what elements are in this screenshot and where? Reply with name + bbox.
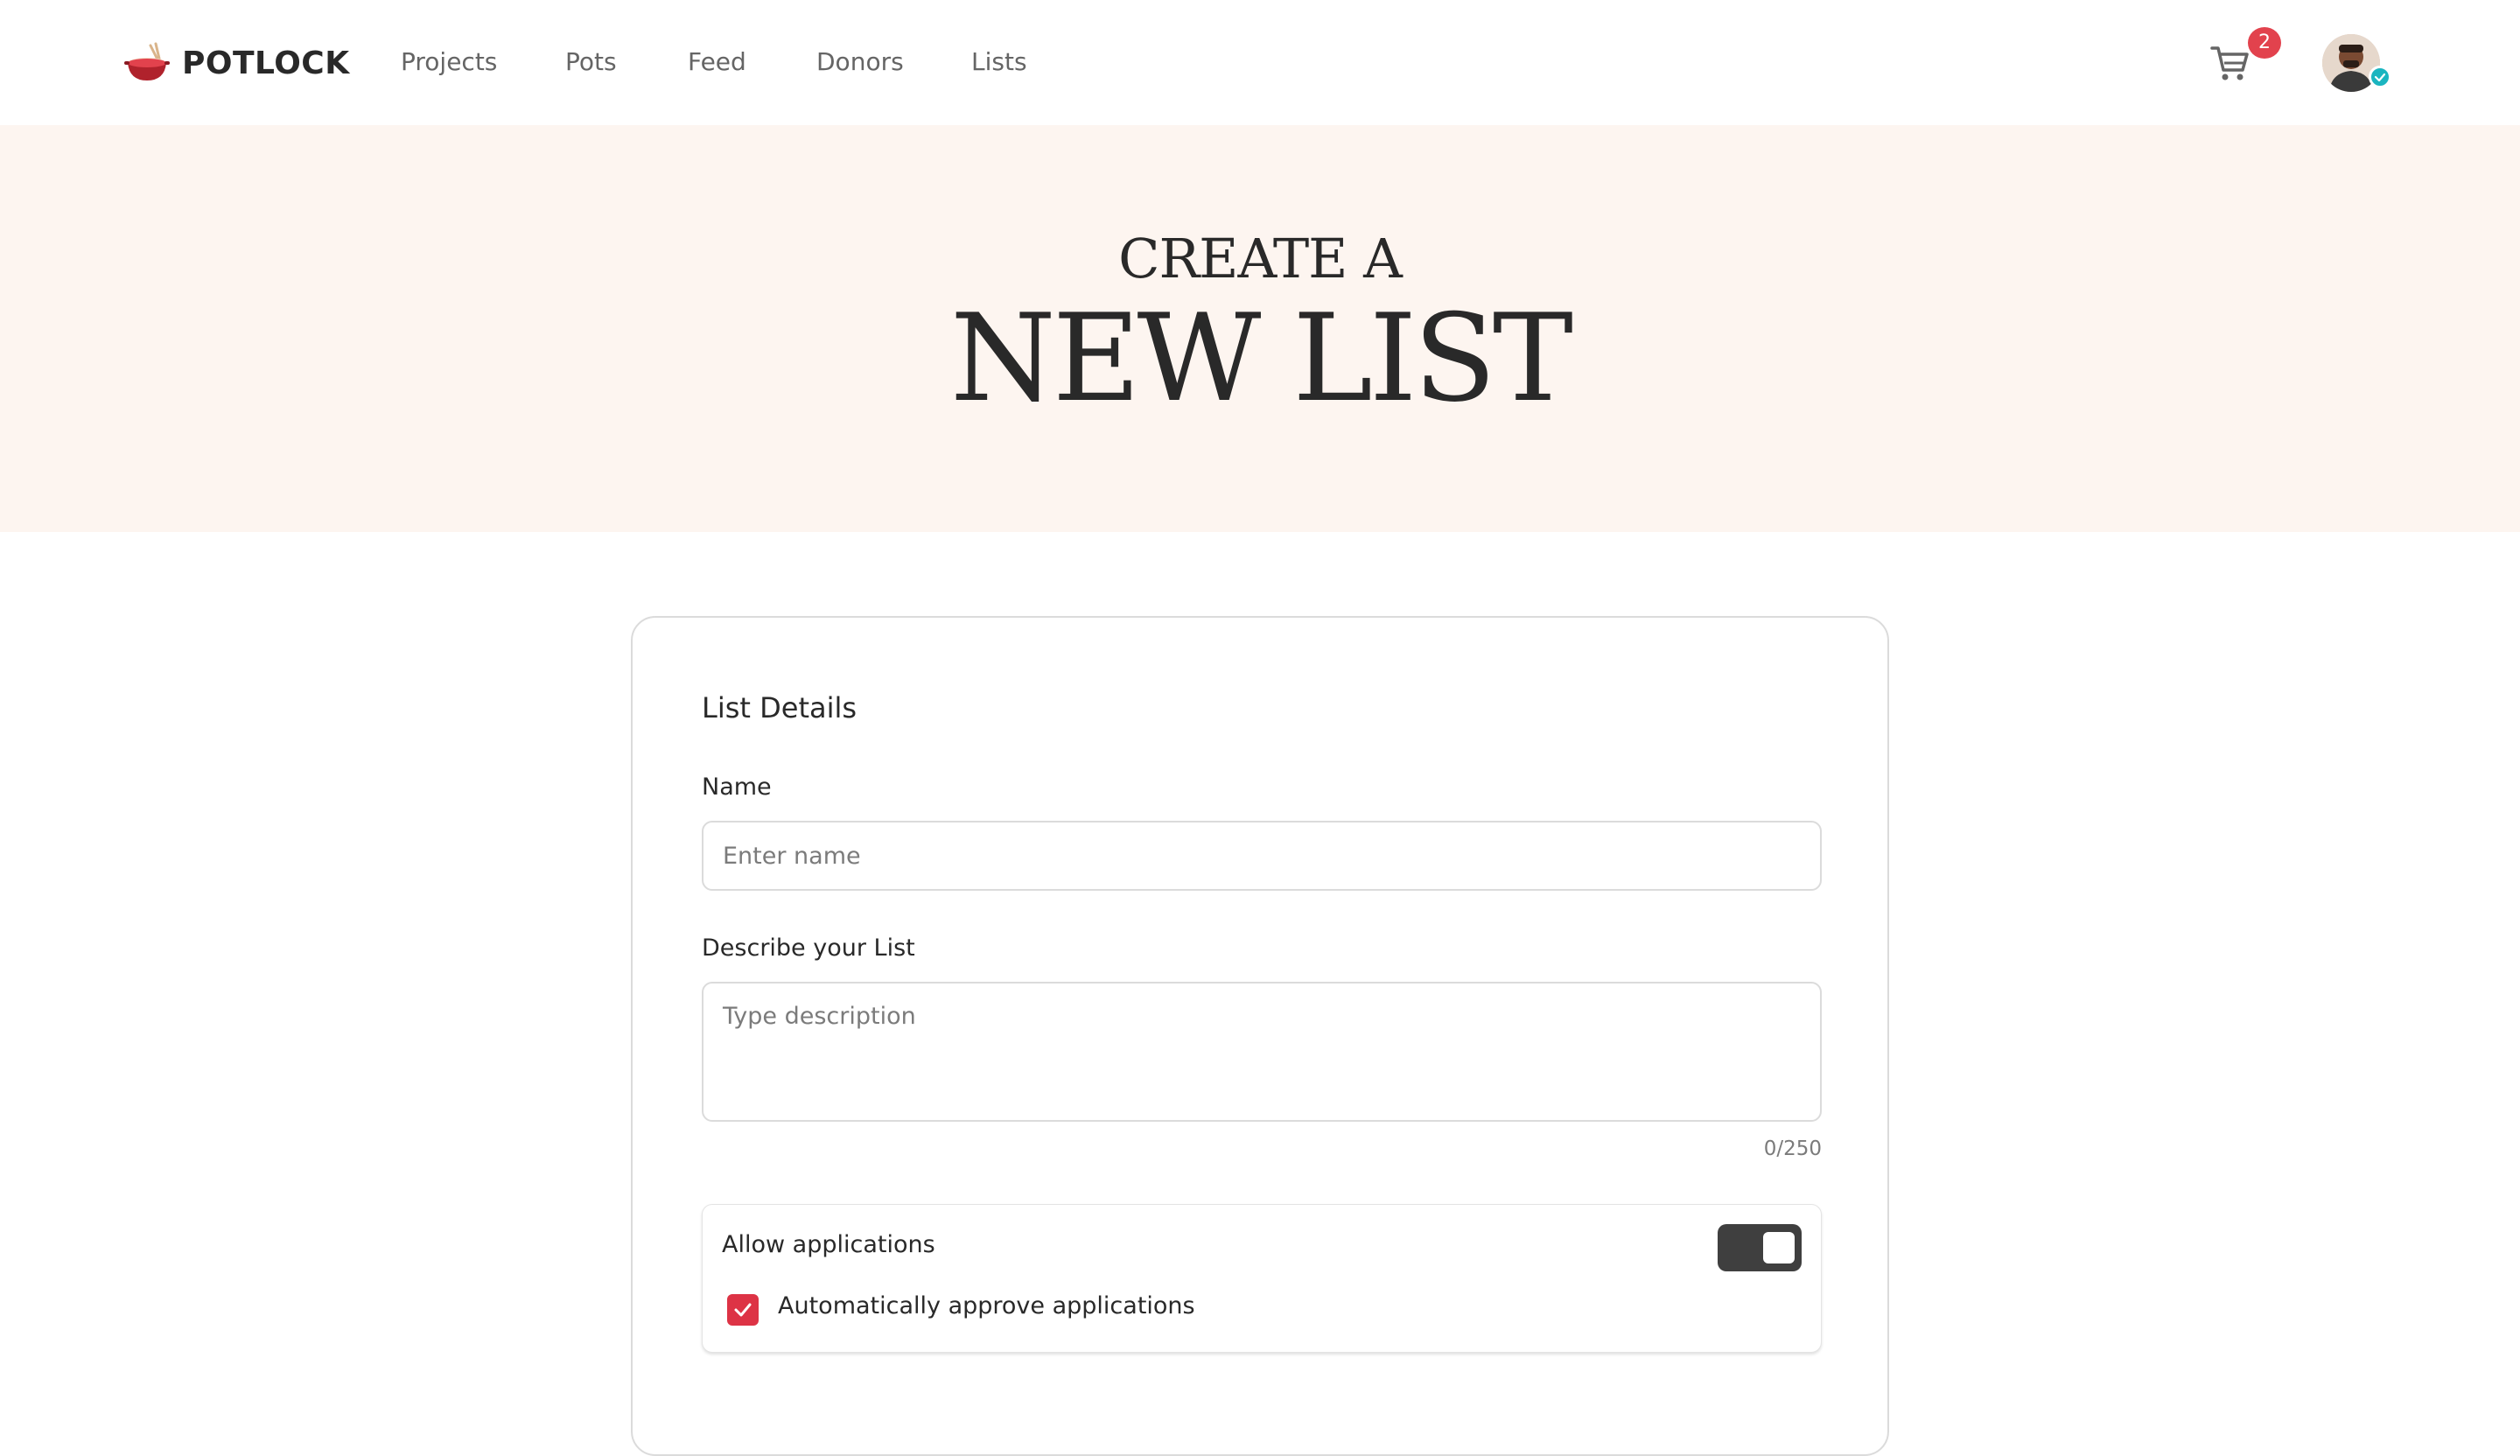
hero-banner: CREATE A NEW LIST (0, 125, 2520, 532)
section-title: List Details (702, 691, 858, 724)
applications-settings-box: Allow applications Automatically approve… (702, 1204, 1822, 1353)
name-label: Name (702, 774, 772, 801)
description-char-counter: 0/250 (1763, 1138, 1822, 1160)
auto-approve-label[interactable]: Automatically approve applications (778, 1292, 1195, 1320)
nav-link-donors[interactable]: Donors (816, 47, 904, 76)
auto-approve-checkbox[interactable] (727, 1294, 759, 1326)
allow-applications-label: Allow applications (722, 1231, 935, 1258)
list-details-card: List Details Name Describe your List 0/2… (631, 616, 1889, 1456)
hero-subtitle: CREATE A (1118, 227, 1403, 290)
verified-badge-icon (2369, 66, 2391, 88)
nav-link-lists[interactable]: Lists (971, 47, 1027, 76)
shopping-cart-icon[interactable] (2209, 42, 2251, 84)
allow-applications-toggle[interactable] (1718, 1224, 1802, 1271)
checkmark-icon (734, 1303, 752, 1317)
description-textarea[interactable] (702, 982, 1822, 1122)
top-navbar: POTLOCK Projects Pots Feed Donors Lists … (0, 0, 2520, 125)
page-title: NEW LIST (950, 288, 1573, 429)
nav-link-pots[interactable]: Pots (565, 47, 617, 76)
logo[interactable]: POTLOCK (124, 38, 350, 88)
cart-count-badge: 2 (2248, 27, 2281, 59)
pot-logo-icon (124, 42, 170, 80)
logo-text: POTLOCK (182, 45, 350, 81)
nav-link-feed[interactable]: Feed (688, 47, 746, 76)
name-input[interactable] (702, 821, 1822, 891)
toggle-knob (1763, 1232, 1795, 1264)
nav-link-projects[interactable]: Projects (401, 47, 497, 76)
description-label: Describe your List (702, 934, 915, 962)
